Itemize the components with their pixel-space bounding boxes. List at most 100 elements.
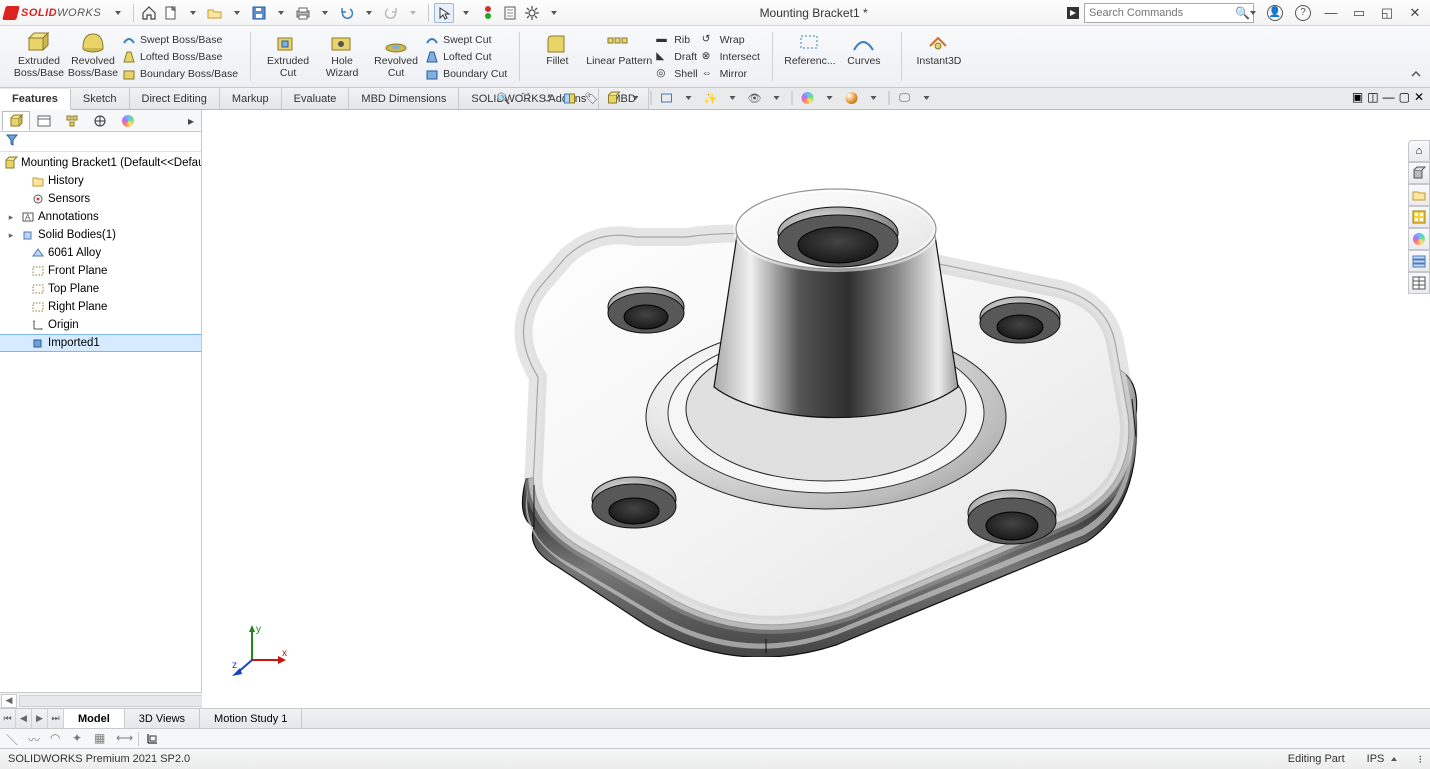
open-icon[interactable]	[205, 3, 225, 23]
wrap-button[interactable]: ↺Wrap	[700, 32, 762, 48]
viewport-detach-icon[interactable]: ▣	[1352, 90, 1363, 104]
search-icon[interactable]: 🔍	[1235, 6, 1250, 20]
intersect-button[interactable]: ⊗Intersect	[700, 49, 762, 65]
draft-button[interactable]: ◣Draft	[654, 49, 699, 65]
undo-icon[interactable]	[337, 3, 357, 23]
apply-scene-icon[interactable]	[799, 89, 817, 107]
save-dropdown[interactable]	[271, 3, 291, 23]
search-input[interactable]	[1085, 7, 1235, 19]
sketch-grid-icon[interactable]: ▦	[94, 731, 110, 747]
modeltab-last-icon[interactable]: ⏭	[48, 709, 64, 728]
rib-button[interactable]: ▬Rib	[654, 32, 699, 48]
orientation-triad[interactable]: y x z	[230, 620, 290, 680]
swept-boss-button[interactable]: Swept Boss/Base	[120, 32, 240, 48]
taskpane-resources-icon[interactable]	[1408, 162, 1430, 184]
help-icon[interactable]: ?	[1293, 3, 1313, 23]
tree-imported1[interactable]: Imported1	[0, 334, 201, 352]
maximize-button[interactable]: ◱	[1377, 3, 1397, 23]
reference-geometry-button[interactable]: Referenc...	[783, 30, 837, 68]
tree-top-plane[interactable]: Top Plane	[0, 280, 201, 298]
zoom-to-fit-icon[interactable]: 🔍	[495, 89, 513, 107]
render-icon[interactable]	[843, 89, 861, 107]
taskpane-custom-props-icon[interactable]	[1408, 272, 1430, 294]
home-icon[interactable]	[139, 3, 159, 23]
shell-button[interactable]: ◎Shell	[654, 66, 699, 82]
logo-menu-dropdown[interactable]	[108, 3, 128, 23]
print-icon[interactable]	[293, 3, 313, 23]
redo-icon[interactable]	[381, 3, 401, 23]
new-dropdown[interactable]	[183, 3, 203, 23]
ribbon-collapse-icon[interactable]	[1410, 68, 1422, 83]
tab-features[interactable]: Features	[0, 89, 71, 110]
taskpane-view-palette-icon[interactable]	[1408, 228, 1430, 250]
undo-dropdown[interactable]	[359, 3, 379, 23]
status-units[interactable]: IPS	[1367, 753, 1397, 765]
fillet-button[interactable]: Fillet	[530, 30, 584, 68]
filter-funnel-icon[interactable]	[6, 134, 18, 149]
tab-model[interactable]: Model	[64, 709, 125, 728]
tab-evaluate[interactable]: Evaluate	[282, 88, 350, 109]
tree-history[interactable]: History	[0, 172, 201, 190]
tab-motion-study[interactable]: Motion Study 1	[200, 709, 302, 728]
viewport-minimize-icon[interactable]: —	[1383, 90, 1395, 104]
viewport-maximize-icon[interactable]: ▢	[1399, 90, 1410, 104]
boundary-cut-button[interactable]: Boundary Cut	[423, 66, 509, 82]
revolved-boss-button[interactable]: Revolved Boss/Base	[66, 30, 120, 79]
tree-right-plane[interactable]: Right Plane	[0, 298, 201, 316]
sketch-arc-icon[interactable]: ◠	[50, 731, 66, 747]
previous-view-icon[interactable]: ↺	[539, 89, 557, 107]
status-extras-icon[interactable]: ⁝	[1419, 753, 1423, 766]
tree-solid-bodies[interactable]: ▸Solid Bodies(1)	[0, 226, 201, 244]
lofted-boss-button[interactable]: Lofted Boss/Base	[120, 49, 240, 65]
swept-cut-button[interactable]: Swept Cut	[423, 32, 509, 48]
sketch-line-icon[interactable]: ＼	[6, 731, 22, 747]
taskpane-design-library-icon[interactable]	[1408, 184, 1430, 206]
sketch-point-icon[interactable]: ✦	[72, 731, 88, 747]
taskpane-home-icon[interactable]: ⌂	[1408, 140, 1430, 162]
extruded-boss-button[interactable]: Extruded Boss/Base	[12, 30, 66, 79]
search-run-icon[interactable]	[1063, 3, 1083, 23]
new-icon[interactable]	[161, 3, 181, 23]
modeltab-first-icon[interactable]: ⏮	[0, 709, 16, 728]
tree-material[interactable]: 6061 Alloy	[0, 244, 201, 262]
feature-tree[interactable]: Mounting Bracket1 (Default<<Defau Histor…	[0, 152, 201, 708]
display-style-icon[interactable]	[605, 89, 623, 107]
tree-sensors[interactable]: Sensors	[0, 190, 201, 208]
modeltab-next-icon[interactable]: ▶	[32, 709, 48, 728]
modeltab-prev-icon[interactable]: ◀	[16, 709, 32, 728]
dimxpert-tab-icon[interactable]	[86, 111, 114, 131]
tab-markup[interactable]: Markup	[220, 88, 282, 109]
zoom-to-area-icon[interactable]: ⛶	[517, 89, 535, 107]
propertymanager-tab-icon[interactable]	[30, 111, 58, 131]
featuremanager-tab-icon[interactable]	[2, 111, 30, 131]
graphics-viewport[interactable]: y x z ⌂	[202, 110, 1430, 708]
options-doc-icon[interactable]	[500, 3, 520, 23]
tree-front-plane[interactable]: Front Plane	[0, 262, 201, 280]
view-settings-icon[interactable]: 🖵	[896, 89, 914, 107]
settings-dropdown[interactable]	[544, 3, 564, 23]
curves-button[interactable]: Curves	[837, 30, 891, 68]
view-orientation-icon[interactable]: 👁	[746, 89, 764, 107]
hscroll-left-icon[interactable]: ◀	[1, 694, 17, 708]
configurationmanager-tab-icon[interactable]	[58, 111, 86, 131]
extruded-cut-button[interactable]: Extruded Cut	[261, 30, 315, 79]
tab-3d-views[interactable]: 3D Views	[125, 709, 200, 728]
tab-mbd-dimensions[interactable]: MBD Dimensions	[349, 88, 459, 109]
rebuild-traffic-icon[interactable]	[478, 3, 498, 23]
login-icon[interactable]: 👤	[1265, 3, 1285, 23]
settings-gear-icon[interactable]	[522, 3, 542, 23]
tree-origin[interactable]: Origin	[0, 316, 201, 334]
sketch-dim-icon[interactable]: ⟷	[116, 731, 132, 747]
hide-show-icon[interactable]	[658, 89, 676, 107]
minimize-button[interactable]: —	[1321, 3, 1341, 23]
dynamic-annotation-icon[interactable]: 🏷	[583, 89, 601, 107]
orientation-icon[interactable]	[145, 731, 161, 747]
revolved-cut-button[interactable]: Revolved Cut	[369, 30, 423, 79]
boundary-boss-button[interactable]: Boundary Boss/Base	[120, 66, 240, 82]
viewport-close-icon[interactable]: ✕	[1414, 90, 1424, 104]
displaymanager-tab-icon[interactable]	[114, 111, 142, 131]
print-dropdown[interactable]	[315, 3, 335, 23]
linear-pattern-button[interactable]: Linear Pattern	[584, 30, 654, 68]
taskpane-file-explorer-icon[interactable]	[1408, 206, 1430, 228]
restore-button[interactable]: ▭	[1349, 3, 1369, 23]
